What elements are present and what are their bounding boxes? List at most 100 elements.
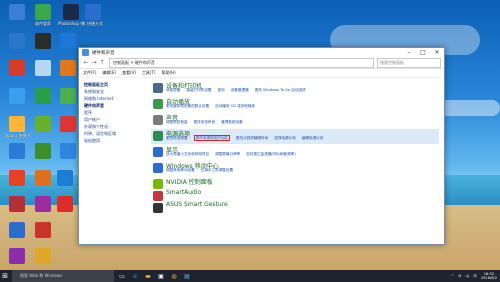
file-explorer-icon[interactable]: ▬ (143, 270, 153, 282)
task-view-icon[interactable]: ▭ (117, 270, 127, 282)
category-link[interactable]: 选择电源计划 (274, 136, 296, 140)
category-link[interactable]: 如何更正监视器闪烁(刷新频率) (246, 152, 296, 156)
category-link[interactable]: 更改电池设置 (166, 136, 188, 140)
desktop-icon[interactable] (30, 248, 56, 265)
category-link[interactable]: 更改 Windows To Go 启动选项 (255, 88, 306, 92)
side-nav-item[interactable]: 时钟、语言和区域 (84, 130, 146, 137)
desktop-icon[interactable] (4, 60, 30, 77)
desktop-icon[interactable] (4, 248, 30, 265)
menu-item[interactable]: 编辑(E) (102, 70, 116, 76)
category-link[interactable]: 高级打印机设置 (186, 88, 211, 92)
category-icon (153, 191, 163, 201)
back-icon[interactable]: ← (82, 59, 90, 66)
taskbar: ⊞ 搜索 Web 和 Windows ▭ e ▬ ▣ ◍ ▤ ^ ◔ ◁) 中 … (0, 270, 500, 282)
app-icon (35, 143, 51, 159)
start-button[interactable]: ⊞ (0, 270, 10, 282)
desktop-icon[interactable] (4, 88, 30, 105)
side-nav-item[interactable]: 用户帐户 (84, 116, 146, 123)
menu-item[interactable]: 文件(F) (83, 70, 96, 76)
desktop-icon[interactable] (52, 170, 78, 187)
category-link[interactable]: 鼠标 (218, 88, 225, 92)
category-icon (153, 179, 163, 189)
category-link[interactable]: 更改媒体或设备的默认设置 (166, 104, 209, 108)
category-links: 更改媒体或设备的默认设置 自动播放 CD 或其他媒体 (166, 104, 261, 109)
desktop-icon[interactable] (30, 60, 56, 77)
category-link[interactable]: 自动播放 CD 或其他媒体 (215, 104, 255, 108)
menu-item[interactable]: 帮助(H) (162, 70, 176, 76)
menu-bar: 文件(F) 编辑(E) 查看(V) 工具(T) 帮助(H) (79, 69, 444, 78)
desktop-icon[interactable] (4, 4, 30, 21)
desktop-icon[interactable] (4, 222, 30, 239)
menu-item[interactable]: 查看(V) (122, 70, 136, 76)
category-link[interactable]: 编辑电源计划 (302, 136, 324, 140)
desktop-icon[interactable] (30, 222, 56, 239)
category-icon (153, 147, 163, 157)
category-title[interactable]: SmartAudio (166, 189, 201, 196)
desktop-icon[interactable] (30, 116, 56, 133)
desktop-icon[interactable] (52, 196, 78, 213)
desktop-icon[interactable] (4, 170, 30, 187)
side-nav-item[interactable]: 网络和 Internet (84, 95, 146, 102)
category-link[interactable]: 更改系统声音 (194, 120, 216, 124)
side-nav-item[interactable]: 硬件和声音 (84, 102, 146, 109)
app-icon (9, 116, 25, 132)
volume-icon[interactable]: ◁) (465, 274, 469, 278)
category-link[interactable]: 调整系统音量 (166, 120, 188, 124)
desktop-icon[interactable] (30, 143, 56, 160)
edge-icon[interactable]: e (130, 270, 140, 282)
input-language[interactable]: 中 (473, 274, 477, 279)
category-row: Windows 移动中心 调整常用移动设置 在演示之前调整设置 (151, 161, 439, 176)
chrome-icon[interactable]: ◍ (169, 270, 179, 282)
window-title: 硬件和声音 (92, 50, 115, 56)
desktop-icon[interactable] (4, 33, 30, 50)
category-link[interactable]: 在演示之前调整设置 (201, 168, 233, 172)
app-icon (35, 33, 51, 49)
category-link[interactable]: 调整常用移动设置 (166, 168, 195, 172)
app-icon (9, 33, 25, 49)
desktop-icon[interactable] (4, 143, 30, 160)
network-icon[interactable]: ◔ (458, 274, 461, 278)
side-header[interactable]: 控制面板主页 (84, 81, 146, 88)
app-icon (9, 143, 25, 159)
category-link[interactable]: 放大或缩小文本和其他项目 (166, 152, 209, 156)
desktop-icon[interactable] (30, 88, 56, 105)
category-link[interactable]: 更改计算机睡眠时间 (236, 136, 268, 140)
category-link[interactable]: 设备管理器 (231, 88, 249, 92)
desktop-icon[interactable]: K 快捷方式 (80, 4, 106, 26)
desktop-icon-label: K 快捷方式 (83, 21, 103, 26)
taskbar-search[interactable]: 搜索 Web 和 Windows (12, 270, 114, 282)
desktop-icon[interactable] (30, 33, 56, 50)
clock[interactable]: 16:52 2016/6/2 (481, 272, 497, 280)
category-links: 调整常用移动设置 在演示之前调整设置 (166, 168, 239, 173)
category-link[interactable]: 更改电源按钮的功能 (193, 135, 230, 141)
category-title[interactable]: ASUS Smart Gesture (166, 201, 228, 208)
side-nav-item[interactable]: 系统和安全 (84, 88, 146, 95)
category-link[interactable]: 添加设备 (166, 88, 180, 92)
category-title[interactable]: NVIDIA 控制面板 (166, 177, 213, 186)
minimize-button[interactable]: – (402, 49, 416, 56)
category-link[interactable]: 调整屏幕分辨率 (215, 152, 240, 156)
address-field[interactable]: 控制面板 > 硬件和声音 (109, 57, 374, 68)
side-nav-item[interactable]: 程序 (84, 109, 146, 116)
side-nav-item[interactable]: 外观和个性化 (84, 123, 146, 130)
desktop-icon[interactable] (4, 196, 30, 213)
desktop-icon[interactable]: Typora 快捷方式 (4, 116, 30, 138)
category-icon (153, 203, 163, 213)
category-row: 电源选项 更改电池设置 更改电源按钮的功能 更改计算机睡眠时间 选择电源计划 编辑电源计划 (151, 129, 439, 144)
side-nav-item[interactable]: 轻松使用 (84, 137, 146, 144)
up-icon[interactable]: ↑ (98, 59, 106, 66)
category-link[interactable]: 管理音频设备 (221, 120, 243, 124)
maximize-button[interactable]: □ (416, 49, 430, 56)
control-panel-taskbar-icon[interactable]: ▤ (182, 270, 192, 282)
app-icon (57, 170, 73, 186)
tray-chevron-icon[interactable]: ^ (451, 274, 454, 278)
forward-icon[interactable]: → (90, 59, 98, 66)
store-icon[interactable]: ▣ (156, 270, 166, 282)
desktop-icon[interactable]: 软件管家 (30, 4, 56, 26)
search-input[interactable]: 搜索控制面板 (377, 57, 441, 68)
menu-item[interactable]: 工具(T) (142, 70, 156, 76)
category-icon (153, 115, 163, 125)
close-button[interactable]: ✕ (430, 49, 444, 56)
app-icon (35, 116, 51, 132)
app-icon (35, 60, 51, 76)
